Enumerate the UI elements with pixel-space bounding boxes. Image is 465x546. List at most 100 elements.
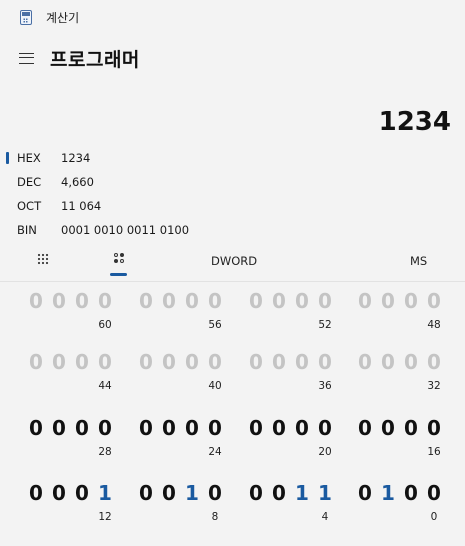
mode-title: 프로그래머	[50, 48, 140, 71]
bit-toggle: 0	[29, 289, 43, 313]
bit-position-label: 12	[98, 511, 112, 523]
bit-toggle: 0	[272, 289, 286, 313]
header: 프로그래머	[0, 38, 465, 78]
bit-position-label: 48	[427, 319, 441, 331]
radix-name: DEC	[17, 175, 42, 189]
bit-toggle[interactable]: 0	[249, 416, 263, 440]
bit-toggle[interactable]: 0	[208, 416, 222, 440]
bit-toggle[interactable]: 1	[98, 481, 112, 505]
bit-toggle[interactable]: 0	[404, 416, 418, 440]
bit-toggle: 0	[139, 289, 153, 313]
calculator-icon	[20, 9, 32, 25]
bit-toggle: 0	[358, 350, 372, 374]
bit-position-label: 24	[208, 446, 222, 458]
bit-toggle: 0	[272, 350, 286, 374]
bit-toggle: 0	[185, 350, 199, 374]
radix-value: 0001 0010 0011 0100	[61, 223, 190, 237]
bit-toggle[interactable]: 0	[358, 481, 372, 505]
bit-toggle[interactable]: 1	[185, 481, 199, 505]
bit-toggle[interactable]: 0	[427, 481, 441, 505]
bit-toggle[interactable]: 0	[98, 416, 112, 440]
bit-toggle: 0	[318, 350, 332, 374]
bit-toggle[interactable]: 0	[404, 481, 418, 505]
bit-toggle: 0	[208, 289, 222, 313]
bit-toggle: 0	[358, 289, 372, 313]
bit-toggle[interactable]: 1	[295, 481, 309, 505]
result-display: 1234	[378, 107, 451, 137]
bit-toggle: 0	[427, 289, 441, 313]
bit-toggle[interactable]: 0	[381, 416, 395, 440]
bit-toggle[interactable]: 0	[139, 481, 153, 505]
bit-toggle: 0	[318, 289, 332, 313]
bit-position-label: 0	[430, 511, 438, 523]
bit-toggling-keypad-icon[interactable]	[113, 252, 125, 266]
radix-name: BIN	[17, 223, 37, 237]
bit-toggle[interactable]: 0	[318, 416, 332, 440]
bit-toggle: 0	[295, 350, 309, 374]
bit-toggle[interactable]: 0	[249, 481, 263, 505]
bit-toggle[interactable]: 0	[29, 416, 43, 440]
radix-value: 4,660	[61, 175, 94, 189]
bit-toggle[interactable]: 0	[272, 416, 286, 440]
bit-row: 0 0 0 0 44 0 0 0 0 40 0 0 0 0 36 0 0 0 0 32	[0, 346, 465, 406]
bit-toggle[interactable]: 0	[358, 416, 372, 440]
bit-toggle[interactable]: 0	[272, 481, 286, 505]
bit-toggle[interactable]: 0	[162, 481, 176, 505]
bit-toggle[interactable]: 0	[162, 416, 176, 440]
full-keypad-icon[interactable]	[37, 253, 49, 265]
radix-oct[interactable]: OCT 11 064	[0, 194, 465, 218]
bit-position-label: 28	[98, 446, 112, 458]
bit-toggle: 0	[249, 289, 263, 313]
bit-toggle: 0	[75, 350, 89, 374]
bit-toggle[interactable]: 0	[52, 481, 66, 505]
bit-toggle: 0	[75, 289, 89, 313]
bit-toggle[interactable]: 0	[208, 481, 222, 505]
radix-dec[interactable]: DEC 4,660	[0, 170, 465, 194]
bit-toggle: 0	[427, 350, 441, 374]
bit-toggle: 0	[249, 350, 263, 374]
bit-toggle[interactable]: 0	[75, 481, 89, 505]
bit-toggle[interactable]: 0	[185, 416, 199, 440]
bit-toggle: 0	[381, 289, 395, 313]
window-title: 계산기	[46, 10, 80, 25]
bit-toggle: 0	[185, 289, 199, 313]
bit-toggle: 0	[139, 350, 153, 374]
bit-row: 0 0 0 0 60 0 0 0 0 56 0 0 0 0 52 0 0 0 0 48	[0, 285, 465, 345]
bit-position-label: 36	[318, 380, 332, 392]
radix-list: HEX 1234 DEC 4,660 OCT 11 064 BIN 0001 0…	[0, 146, 465, 242]
bit-position-label: 16	[427, 446, 441, 458]
bit-position-label: 20	[318, 446, 332, 458]
bit-toggle: 0	[98, 350, 112, 374]
radix-value: 1234	[61, 151, 91, 165]
bit-position-label: 4	[321, 511, 329, 523]
bit-position-label: 60	[98, 319, 112, 331]
radix-name: OCT	[17, 199, 42, 213]
memory-store-button[interactable]: MS	[410, 254, 427, 268]
bit-toggle[interactable]: 0	[75, 416, 89, 440]
bit-position-label: 52	[318, 319, 332, 331]
bit-toggle[interactable]: 0	[29, 481, 43, 505]
bit-toggle: 0	[98, 289, 112, 313]
radix-value: 11 064	[61, 199, 102, 213]
bit-toggle: 0	[52, 289, 66, 313]
radix-hex[interactable]: HEX 1234	[0, 146, 465, 170]
bit-toggle: 0	[162, 289, 176, 313]
bit-position-label: 8	[211, 511, 219, 523]
bit-toggle[interactable]: 0	[139, 416, 153, 440]
bit-toggle[interactable]: 1	[318, 481, 332, 505]
bit-toggle: 0	[162, 350, 176, 374]
bit-toggle: 0	[208, 350, 222, 374]
word-size-button[interactable]: DWORD	[211, 254, 257, 268]
hamburger-icon[interactable]	[19, 52, 34, 64]
bit-toggle: 0	[404, 350, 418, 374]
bit-toggle[interactable]: 0	[52, 416, 66, 440]
bit-toggle: 0	[29, 350, 43, 374]
bit-toggle: 0	[381, 350, 395, 374]
bit-toggle[interactable]: 0	[427, 416, 441, 440]
bit-row: 0 0 0 1 12 0 0 1 0 8 0 0 1 1 4 0 1 0 0 0	[0, 477, 465, 537]
radix-bin[interactable]: BIN 0001 0010 0011 0100	[0, 218, 465, 242]
bit-toggle[interactable]: 1	[381, 481, 395, 505]
bit-toggle[interactable]: 0	[295, 416, 309, 440]
bit-position-label: 32	[427, 380, 441, 392]
radix-name: HEX	[17, 151, 41, 165]
